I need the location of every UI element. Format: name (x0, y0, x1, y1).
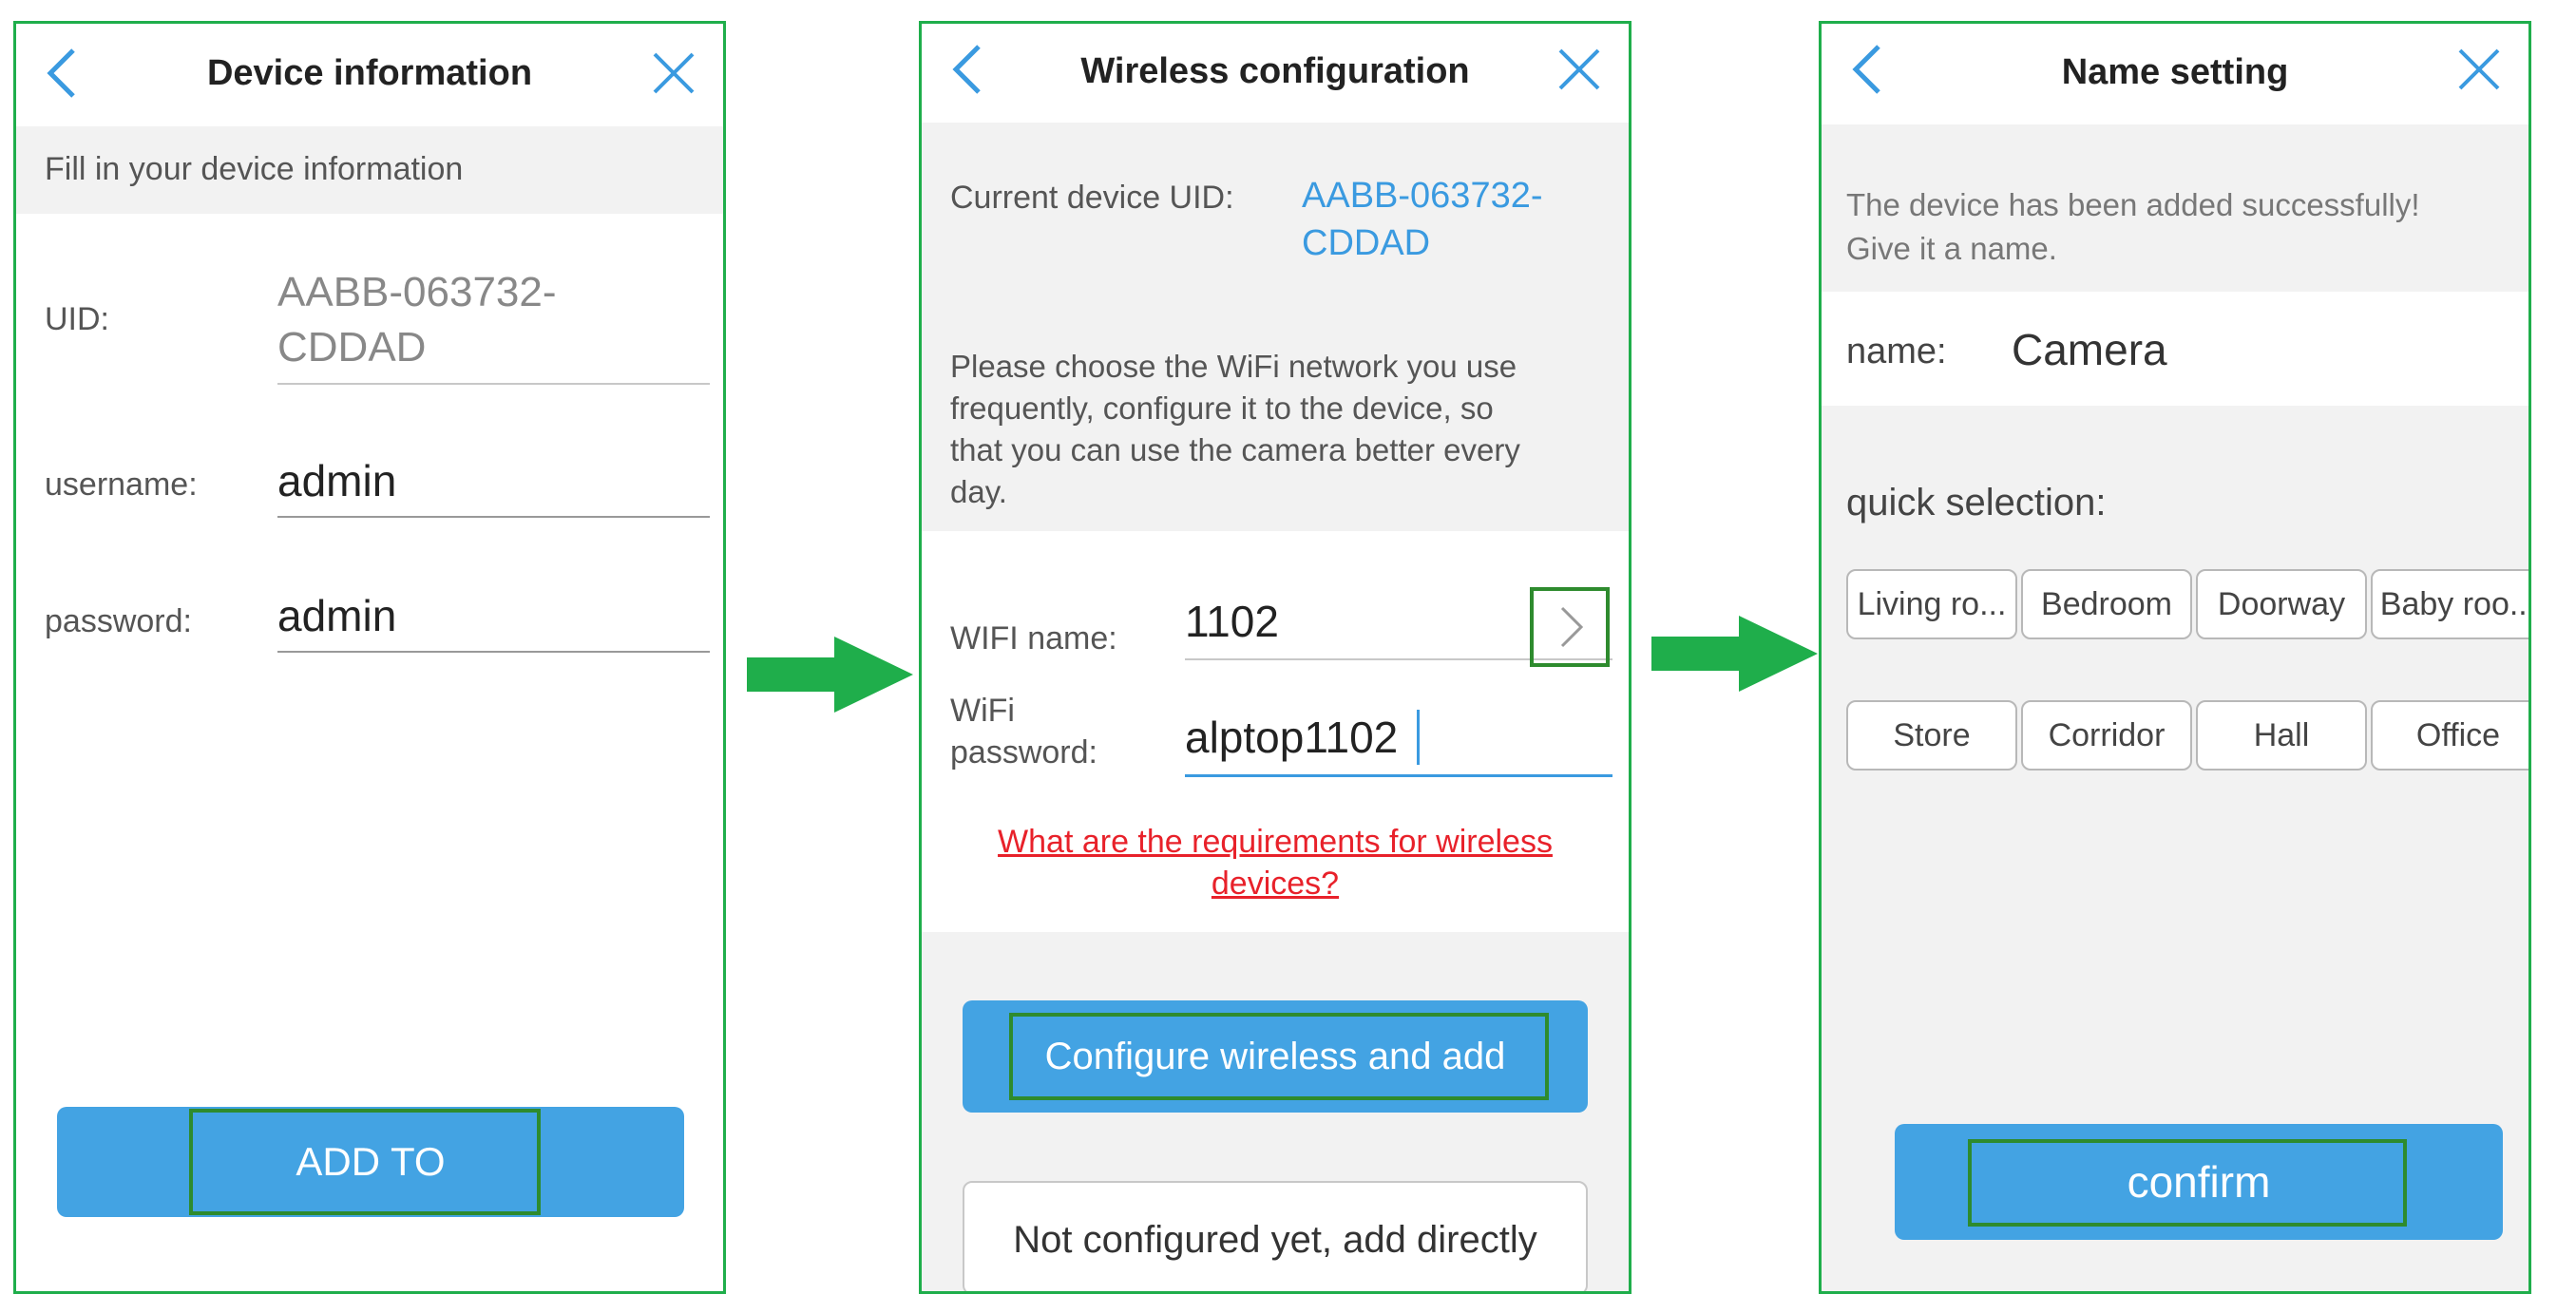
password-label: password: (45, 603, 192, 639)
success-band: The device has been added successfully! … (1822, 124, 2528, 292)
chevron-right-icon[interactable] (1530, 587, 1610, 667)
success-message-line2: Give it a name. (1846, 231, 2057, 266)
password-underline (277, 651, 710, 653)
quick-option-bedroom[interactable]: Bedroom (2021, 569, 2192, 639)
instructions-line1: Please choose the WiFi network you use (950, 349, 1517, 384)
uid-value-line2: CDDAD (1302, 223, 1431, 263)
highlight-box (1968, 1139, 2407, 1227)
success-message-line1: The device has been added successfully! (1846, 187, 2420, 222)
page-title: Device information (206, 53, 533, 93)
wifi-password-underline (1185, 774, 1612, 777)
name-setting-screen: Name setting The device has been added s… (1819, 21, 2531, 1294)
uid-value-line1: AABB-063732- (1302, 176, 1543, 216)
instructions-line2: frequently, configure it to the device, … (950, 390, 1494, 426)
subtitle: Fill in your device information (45, 151, 464, 187)
wifi-password-label-line2: password: (950, 734, 1097, 771)
navbar: Device information (16, 24, 723, 124)
close-icon[interactable] (2451, 41, 2508, 98)
name-field[interactable]: Camera (2012, 324, 2167, 375)
quick-option-doorway[interactable]: Doorway (2196, 569, 2367, 639)
page-title: Name setting (2061, 52, 2289, 92)
info-band: Current device UID: AABB-063732- CDDAD P… (922, 123, 1629, 531)
arrow-right-icon (1651, 616, 1818, 692)
page-title: Wireless configuration (1080, 51, 1470, 91)
username-underline (277, 516, 710, 518)
wifi-password-field[interactable]: alptop1102 (1185, 712, 1398, 763)
wifi-name-label: WIFI name: (950, 620, 1117, 657)
quick-option-store[interactable]: Store (1846, 700, 2017, 771)
close-icon[interactable] (645, 45, 702, 102)
requirements-link-line2[interactable]: devices? (922, 866, 1629, 903)
text-cursor (1417, 710, 1420, 765)
quick-option-corridor[interactable]: Corridor (2021, 700, 2192, 771)
navbar: Wireless configuration (922, 24, 1629, 124)
instructions-line3: that you can use the camera better every (950, 432, 1520, 467)
uid-label: UID: (45, 301, 109, 337)
highlight-box (189, 1109, 541, 1215)
requirements-link-line1[interactable]: What are the requirements for wireless (922, 824, 1629, 861)
uid-label: Current device UID: (950, 180, 1234, 216)
close-icon[interactable] (1551, 41, 1608, 98)
arrow-right-icon (747, 637, 913, 713)
instructions-line4: day. (950, 474, 1007, 509)
device-information-screen: Device information Fill in your device i… (13, 21, 726, 1294)
navbar: Name setting (1822, 24, 2528, 124)
subtitle-band: Fill in your device information (16, 126, 723, 214)
wireless-configuration-screen: Wireless configuration Current device UI… (919, 21, 1631, 1294)
uid-underline (277, 383, 710, 385)
name-label: name: (1846, 332, 1947, 371)
password-field[interactable]: admin (277, 590, 396, 641)
username-field[interactable]: admin (277, 455, 396, 506)
add-directly-button[interactable]: Not configured yet, add directly (963, 1181, 1588, 1291)
uid-value-line2: CDDAD (277, 324, 427, 371)
wifi-name-field[interactable]: 1102 (1185, 596, 1279, 647)
quick-option-living-room[interactable]: Living ro... (1846, 569, 2017, 639)
uid-value-line1: AABB-063732- (277, 269, 557, 315)
quick-option-baby-room[interactable]: Baby roo... (2371, 569, 2528, 639)
username-label: username: (45, 466, 198, 503)
quick-option-office[interactable]: Office (2371, 700, 2528, 771)
highlight-box (1009, 1013, 1549, 1100)
quick-selection-label: quick selection: (1846, 482, 2107, 523)
wifi-password-label-line1: WiFi (950, 693, 1015, 729)
quick-option-hall[interactable]: Hall (2196, 700, 2367, 771)
